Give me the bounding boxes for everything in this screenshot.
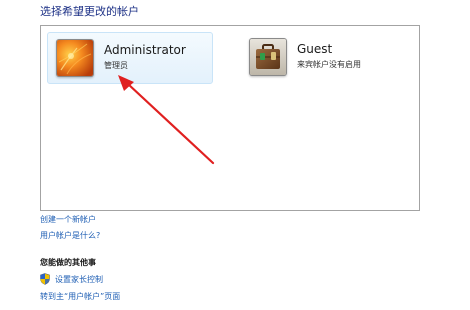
create-account-link[interactable]: 创建一个新帐户: [40, 214, 96, 225]
goto-main-accounts-link[interactable]: 转到主“用户帐户”页面: [40, 291, 120, 302]
account-tile-guest[interactable]: Guest 来宾帐户没有启用: [241, 32, 411, 84]
account-tile-administrator[interactable]: Administrator 管理员: [47, 32, 213, 84]
uac-shield-icon: [40, 273, 50, 285]
account-name: Guest: [297, 42, 333, 56]
manage-accounts-page: 选择希望更改的帐户 Administrator 管理员 Guest 来宾帐户没有…: [0, 0, 470, 310]
parental-controls-link[interactable]: 设置家长控制: [55, 274, 103, 285]
orange-flower-picture-icon: [56, 39, 94, 77]
page-heading: 选择希望更改的帐户: [40, 5, 139, 18]
account-type: 来宾帐户没有启用: [297, 60, 361, 69]
accounts-panel: Administrator 管理员 Guest 来宾帐户没有启用: [40, 25, 420, 211]
briefcase-picture-icon: [249, 38, 287, 76]
account-name: Administrator: [104, 43, 186, 57]
account-type: 管理员: [104, 61, 128, 70]
what-is-account-link[interactable]: 用户帐户是什么?: [40, 230, 100, 241]
other-actions-title: 您能做的其他事: [40, 258, 96, 267]
